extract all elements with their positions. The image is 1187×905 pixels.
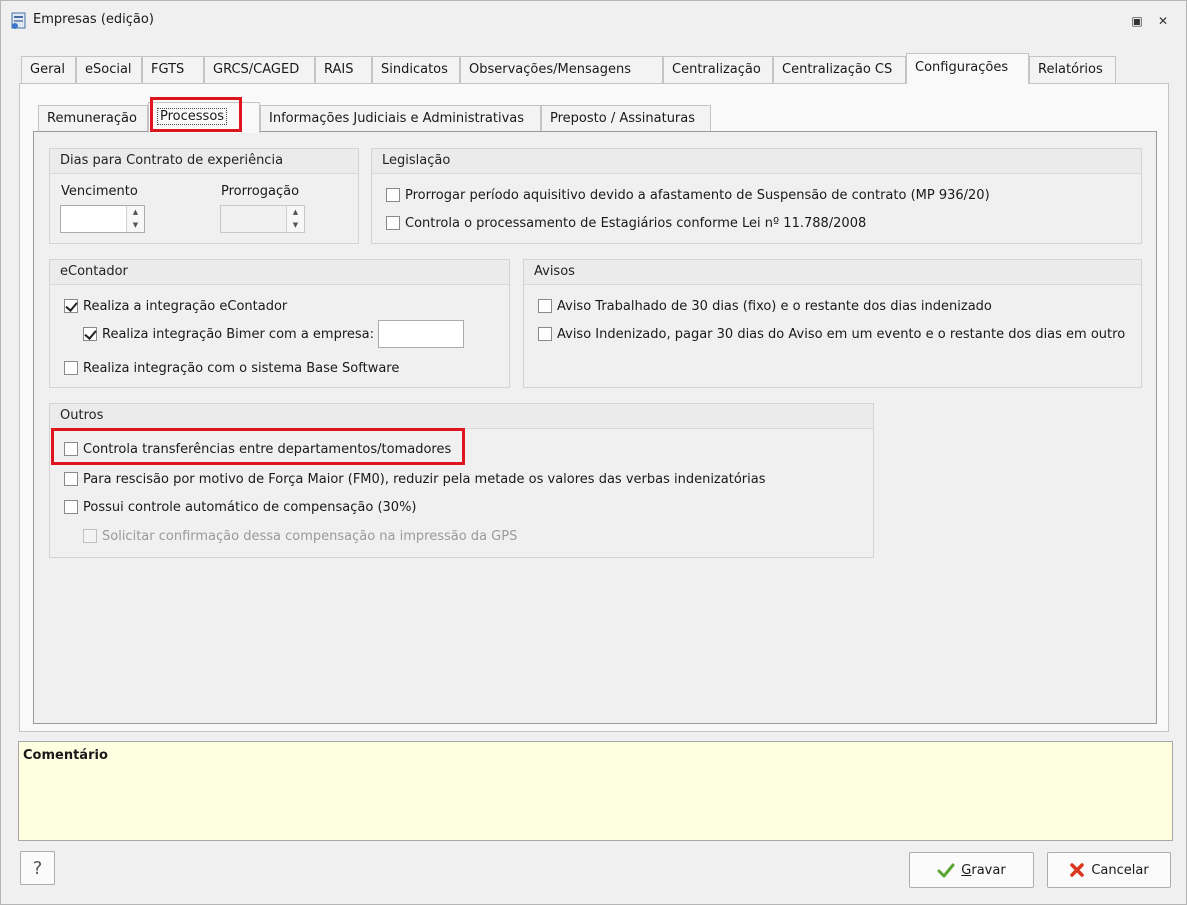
checkbox-label: Controla o processamento de Estagiários …	[405, 215, 867, 231]
spin-up-icon: ▲	[292, 208, 299, 216]
tab-sindicatos[interactable]: Sindicatos	[372, 56, 460, 83]
x-icon	[1069, 862, 1085, 878]
avisos-item-trabalhado[interactable]: Aviso Trabalhado de 30 dias (fixo) e o r…	[538, 296, 992, 316]
help-button[interactable]: ?	[20, 851, 55, 885]
group-econtador: eContador Realiza a integração eContador…	[49, 259, 510, 388]
prorrogacao-spinner: ▲ ▼	[286, 206, 304, 232]
econtador-item-bimer[interactable]: Realiza integração Bimer com a empresa:	[83, 324, 374, 344]
checkbox[interactable]	[83, 327, 97, 341]
tab-rais[interactable]: RAIS	[315, 56, 372, 83]
checkbox[interactable]	[64, 500, 78, 514]
close-icon[interactable]: ✕	[1155, 13, 1171, 29]
cancel-button[interactable]: Cancelar	[1047, 852, 1171, 888]
checkbox-label: Solicitar confirmação dessa compensação …	[102, 528, 518, 544]
group-outros: Outros Controla transferências entre dep…	[49, 403, 874, 558]
spin-down-icon: ▼	[292, 221, 299, 229]
cancel-label: Cancelar	[1091, 862, 1149, 878]
legislacao-item-estagiarios[interactable]: Controla o processamento de Estagiários …	[386, 213, 866, 233]
app-icon	[11, 12, 26, 29]
spin-down-icon[interactable]: ▼	[127, 219, 144, 232]
legislacao-item-mp936[interactable]: Prorrogar período aquisitivo devido a af…	[386, 185, 990, 205]
vencimento-spinner[interactable]: ▲ ▼	[126, 206, 144, 232]
checkbox[interactable]	[538, 299, 552, 313]
highlight-box-transferencias	[51, 428, 465, 465]
checkbox-label: Realiza a integração eContador	[83, 298, 288, 314]
checkbox[interactable]	[386, 216, 400, 230]
outros-item-confirmacao-gps: Solicitar confirmação dessa compensação …	[83, 526, 517, 546]
prorrogacao-input: ▲ ▼	[220, 205, 305, 233]
checkbox[interactable]	[64, 472, 78, 486]
tab-grcs-caged[interactable]: GRCS/CAGED	[204, 56, 315, 83]
checkbox[interactable]	[64, 361, 78, 375]
title-bar: Empresas (edição) ▣ ✕	[1, 1, 1186, 41]
tab-relatorios[interactable]: Relatórios	[1029, 56, 1116, 83]
checkbox	[83, 529, 97, 543]
tab-centralizacao[interactable]: Centralização	[663, 56, 773, 83]
checkbox[interactable]	[386, 188, 400, 202]
checkbox-label: Possui controle automático de compensaçã…	[83, 499, 417, 515]
check-icon	[937, 862, 955, 878]
window: Empresas (edição) ▣ ✕ Geral eSocial FGTS…	[0, 0, 1187, 905]
tab-observacoes[interactable]: Observações/Mensagens	[460, 56, 663, 83]
vencimento-input[interactable]: ▲ ▼	[60, 205, 145, 233]
comment-box[interactable]: Comentário	[18, 741, 1173, 841]
checkbox-label: Prorrogar período aquisitivo devido a af…	[405, 187, 990, 203]
checkbox-label: Realiza integração com o sistema Base So…	[83, 360, 400, 376]
tab-fgts[interactable]: FGTS	[142, 56, 204, 83]
processos-page: Dias para Contrato de experiência Vencim…	[33, 131, 1157, 724]
group-title: eContador	[50, 260, 509, 285]
comment-label: Comentário	[23, 748, 108, 763]
vencimento-label: Vencimento	[61, 184, 138, 199]
tab-geral[interactable]: Geral	[21, 56, 76, 83]
group-title: Outros	[50, 404, 873, 429]
avisos-item-indenizado[interactable]: Aviso Indenizado, pagar 30 dias do Aviso…	[538, 324, 1125, 344]
group-title: Dias para Contrato de experiência	[50, 149, 358, 174]
tab-esocial[interactable]: eSocial	[76, 56, 142, 83]
outros-item-compensacao[interactable]: Possui controle automático de compensaçã…	[64, 497, 417, 517]
window-title: Empresas (edição)	[33, 12, 154, 27]
save-label: Gravar	[961, 862, 1006, 878]
econtador-item-base-software[interactable]: Realiza integração com o sistema Base So…	[64, 358, 399, 378]
restore-icon[interactable]: ▣	[1129, 13, 1145, 29]
outros-item-forca-maior[interactable]: Para rescisão por motivo de Força Maior …	[64, 469, 765, 489]
econtador-item-integracao[interactable]: Realiza a integração eContador	[64, 296, 287, 316]
checkbox[interactable]	[538, 327, 552, 341]
group-avisos: Avisos Aviso Trabalhado de 30 dias (fixo…	[523, 259, 1142, 388]
tab-remuneracao[interactable]: Remuneração	[38, 105, 148, 132]
bimer-empresa-input[interactable]	[378, 320, 464, 348]
configuracoes-page: Remuneração Processos Informações Judici…	[19, 83, 1169, 732]
save-button[interactable]: Gravar	[909, 852, 1034, 888]
group-legislacao: Legislação Prorrogar período aquisitivo …	[371, 148, 1142, 244]
checkbox-label: Aviso Trabalhado de 30 dias (fixo) e o r…	[557, 298, 992, 314]
checkbox[interactable]	[64, 299, 78, 313]
tab-centralizacao-cs[interactable]: Centralização CS	[773, 56, 906, 83]
question-icon: ?	[32, 857, 43, 879]
group-dias-contrato: Dias para Contrato de experiência Vencim…	[49, 148, 359, 244]
highlight-box-processos	[150, 97, 242, 132]
prorrogacao-label: Prorrogação	[221, 184, 300, 199]
tab-informacoes-judiciais[interactable]: Informações Judiciais e Administrativas	[260, 105, 541, 132]
group-title: Legislação	[372, 149, 1141, 174]
checkbox-label: Aviso Indenizado, pagar 30 dias do Aviso…	[557, 326, 1126, 342]
checkbox-label: Para rescisão por motivo de Força Maior …	[83, 471, 766, 487]
tab-configuracoes[interactable]: Configurações	[906, 53, 1029, 84]
spin-up-icon[interactable]: ▲	[127, 206, 144, 219]
checkbox-label: Realiza integração Bimer com a empresa:	[102, 326, 375, 342]
group-title: Avisos	[524, 260, 1141, 285]
tab-preposto-assinaturas[interactable]: Preposto / Assinaturas	[541, 105, 711, 132]
